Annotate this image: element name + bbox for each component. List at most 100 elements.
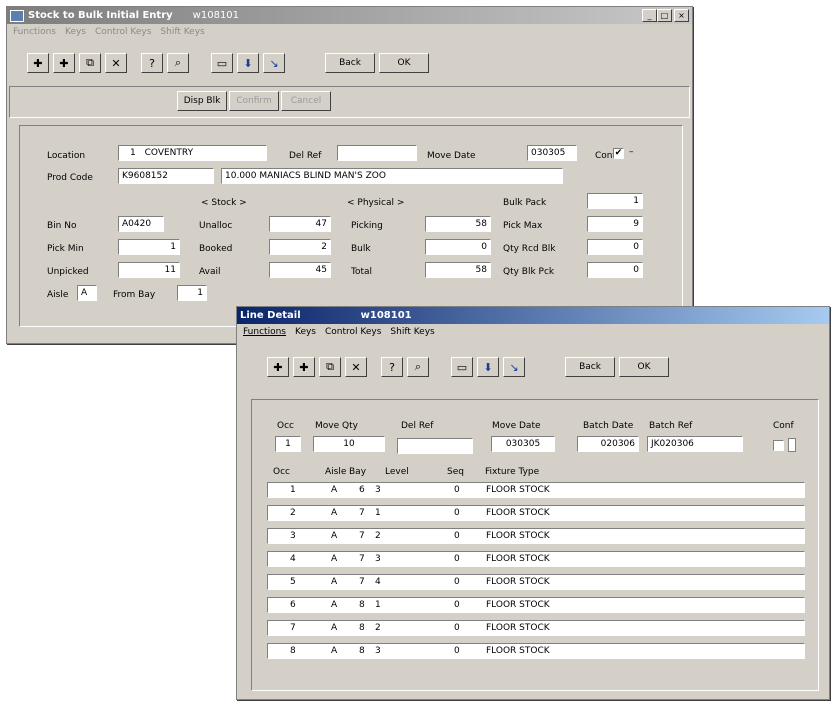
row-occ: 6	[290, 600, 296, 610]
batch-date-label: Batch Date	[583, 421, 634, 431]
row-aisle: A	[331, 577, 338, 587]
disp-blk-button[interactable]: Disp Blk	[177, 91, 227, 111]
conf-checkbox[interactable]: ✔	[613, 148, 624, 159]
row-aisle: A	[331, 531, 338, 541]
back-button[interactable]: Back	[565, 357, 615, 377]
close-button[interactable]: ×	[674, 9, 689, 22]
menu-control-keys[interactable]: Control Keys	[95, 27, 151, 37]
del-ref-field[interactable]	[397, 438, 473, 454]
from-bay-field[interactable]: 1	[177, 285, 207, 301]
qty-rcd-blk-label: Qty Rcd Blk	[503, 244, 556, 254]
help-icon[interactable]: ?	[381, 357, 403, 377]
unalloc-field[interactable]: 47	[269, 216, 331, 232]
pick-max-label: Pick Max	[503, 221, 543, 231]
ok-button[interactable]: OK	[619, 357, 669, 377]
maximize-button[interactable]: □	[657, 9, 672, 22]
aisle-field[interactable]: A	[77, 285, 97, 301]
next-icon[interactable]: ⬇	[237, 53, 259, 73]
total-field[interactable]: 58	[425, 262, 491, 278]
menu-functions[interactable]: Functions	[243, 327, 286, 337]
menu-shift-keys[interactable]: Shift Keys	[390, 327, 434, 337]
avail-field[interactable]: 45	[269, 262, 331, 278]
unpicked-field[interactable]: 11	[118, 262, 180, 278]
add-icon[interactable]: ✚	[267, 357, 289, 377]
cancel-button[interactable]: Cancel	[281, 91, 331, 111]
row-occ: 8	[290, 646, 296, 656]
menu-functions[interactable]: Functions	[13, 27, 56, 37]
bulk-field[interactable]: 0	[425, 239, 491, 255]
row-occ: 2	[290, 508, 296, 518]
pick-max-field[interactable]: 9	[587, 216, 643, 232]
col-aisle: Aisle	[325, 467, 347, 477]
batch-ref-label: Batch Ref	[649, 421, 693, 431]
table-row[interactable]: 2 A 7 1 0 FLOOR STOCK	[267, 505, 805, 521]
physical-header: < Physical >	[347, 198, 405, 208]
conf-dash: –	[629, 147, 634, 157]
prod-desc-field[interactable]: 10.000 MANIACS BLIND MAN'S ZOO	[221, 168, 563, 184]
table-row[interactable]: 5 A 7 4 0 FLOOR STOCK	[267, 574, 805, 590]
window-icon[interactable]: ▭	[451, 357, 473, 377]
batch-ref-field[interactable]: JK020306	[647, 436, 743, 452]
batch-date-field[interactable]: 020306	[577, 436, 639, 452]
row-fixture-type: FLOOR STOCK	[486, 577, 550, 587]
find-icon[interactable]: ⌕	[167, 53, 189, 73]
prod-code-field[interactable]: K9608152	[118, 168, 214, 184]
bulk-pack-field[interactable]: 1	[587, 193, 643, 209]
insert-icon[interactable]: ✚	[293, 357, 315, 377]
menu-keys[interactable]: Keys	[295, 327, 316, 337]
del-ref-field[interactable]	[337, 145, 417, 161]
next-icon[interactable]: ⬇	[477, 357, 499, 377]
col-fixture-type: Fixture Type	[485, 467, 540, 477]
conf-scroll-icon[interactable]	[788, 438, 796, 452]
confirm-button[interactable]: Confirm	[229, 91, 279, 111]
row-bay: 7	[359, 554, 365, 564]
table-row[interactable]: 6 A 8 1 0 FLOOR STOCK	[267, 597, 805, 613]
row-bay: 7	[359, 577, 365, 587]
table-row[interactable]: 4 A 7 3 0 FLOOR STOCK	[267, 551, 805, 567]
menu-keys[interactable]: Keys	[65, 27, 86, 37]
jump-icon[interactable]: ↘	[503, 357, 525, 377]
booked-field[interactable]: 2	[269, 239, 331, 255]
jump-icon[interactable]: ↘	[263, 53, 285, 73]
row-seq: 0	[454, 531, 460, 541]
copy-icon[interactable]: ⧉	[79, 53, 101, 73]
row-seq: 0	[454, 646, 460, 656]
move-date-field[interactable]: 030305	[527, 145, 577, 161]
row-aisle: A	[331, 554, 338, 564]
main-program-code: w108101	[192, 10, 240, 21]
table-row[interactable]: 1 A 6 3 0 FLOOR STOCK	[267, 482, 805, 498]
table-row[interactable]: 3 A 7 2 0 FLOOR STOCK	[267, 528, 805, 544]
menu-control-keys[interactable]: Control Keys	[325, 327, 381, 337]
find-icon[interactable]: ⌕	[407, 357, 429, 377]
delete-icon[interactable]: ✕	[345, 357, 367, 377]
booked-label: Booked	[199, 244, 233, 254]
table-row[interactable]: 8 A 8 3 0 FLOOR STOCK	[267, 643, 805, 659]
qty-blk-pck-field[interactable]: 0	[587, 262, 643, 278]
delete-icon[interactable]: ✕	[105, 53, 127, 73]
table-row[interactable]: 7 A 8 2 0 FLOOR STOCK	[267, 620, 805, 636]
picking-field[interactable]: 58	[425, 216, 491, 232]
main-toolbar: ✚ ✚ ⧉ ✕ ? ⌕ ▭ ⬇ ↘ Back OK	[27, 53, 429, 73]
qty-rcd-blk-field[interactable]: 0	[587, 239, 643, 255]
window-icon[interactable]: ▭	[211, 53, 233, 73]
unalloc-label: Unalloc	[199, 221, 233, 231]
help-icon[interactable]: ?	[141, 53, 163, 73]
minimize-button[interactable]: _	[642, 9, 657, 22]
copy-icon[interactable]: ⧉	[319, 357, 341, 377]
back-button[interactable]: Back	[325, 53, 375, 73]
insert-icon[interactable]: ✚	[53, 53, 75, 73]
ok-button[interactable]: OK	[379, 53, 429, 73]
move-date-field[interactable]: 030305	[491, 436, 555, 452]
menu-shift-keys[interactable]: Shift Keys	[160, 27, 204, 37]
conf-checkbox[interactable]	[773, 440, 784, 451]
detail-menubar: Functions Keys Control Keys Shift Keys	[237, 324, 829, 340]
location-field[interactable]: 1 COVENTRY	[118, 145, 267, 161]
row-aisle: A	[331, 623, 338, 633]
move-qty-field[interactable]: 10	[313, 436, 385, 452]
bin-no-field[interactable]: A0420	[118, 216, 164, 232]
row-seq: 0	[454, 623, 460, 633]
add-icon[interactable]: ✚	[27, 53, 49, 73]
pick-min-field[interactable]: 1	[118, 239, 180, 255]
location-name: COVENTRY	[144, 148, 194, 158]
occ-field[interactable]: 1	[275, 436, 301, 452]
